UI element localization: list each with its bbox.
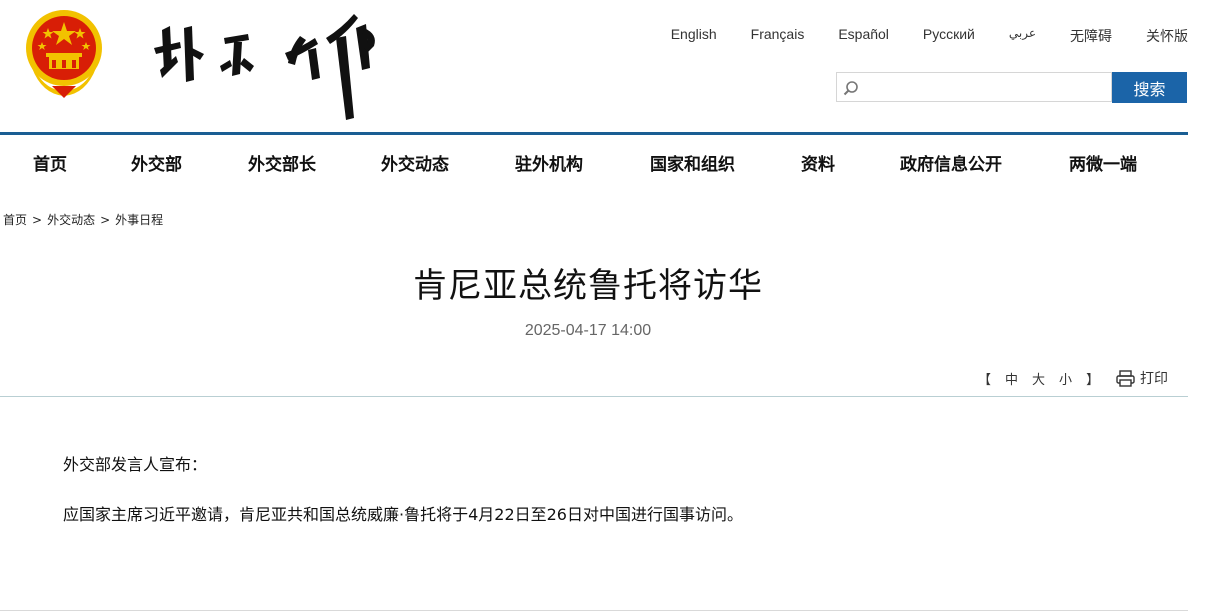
search-button[interactable]: 搜索 [1112, 72, 1187, 103]
nav-item-resources[interactable]: 资料 [801, 150, 835, 175]
breadcrumb-separator: > [100, 213, 111, 227]
font-size-medium[interactable]: 中 [1005, 373, 1018, 388]
nav-item-social-media[interactable]: 两微一端 [1069, 150, 1137, 175]
lang-english-link[interactable]: English [671, 26, 717, 46]
national-emblem-icon[interactable] [22, 8, 106, 98]
breadcrumb-home[interactable]: 首页 [3, 213, 27, 227]
nav-item-home[interactable]: 首页 [33, 150, 67, 175]
font-size-bracket-open: 【 [978, 373, 992, 388]
lang-french-link[interactable]: Français [751, 26, 805, 46]
bottom-divider [0, 610, 1188, 611]
article-paragraph: 外交部发言人宣布： [63, 455, 208, 474]
accessibility-link[interactable]: 无障碍 [1070, 26, 1112, 46]
breadcrumb-diplomatic-news[interactable]: 外交动态 [47, 213, 95, 227]
language-bar: English Français Español Русский عربي 无障… [637, 26, 1188, 46]
lang-arabic-link[interactable]: عربي [1009, 26, 1036, 46]
print-label: 打印 [1140, 371, 1168, 387]
breadcrumb-foreign-affairs-schedule[interactable]: 外事日程 [115, 213, 163, 227]
nav-item-ministry[interactable]: 外交部 [131, 150, 182, 175]
header: English Français Español Русский عربي 无障… [0, 0, 1231, 133]
nav-item-government-info[interactable]: 政府信息公开 [900, 150, 1002, 175]
article-title: 肯尼亚总统鲁托将访华 [413, 266, 763, 306]
lang-spanish-link[interactable]: Español [838, 26, 889, 46]
article-body: 外交部发言人宣布： 应国家主席习近平邀请，肯尼亚共和国总统威廉·鲁托将于4月22… [63, 455, 1163, 555]
font-size-small[interactable]: 小 [1059, 373, 1072, 388]
breadcrumb-separator: > [32, 213, 43, 227]
font-size-bracket-close: 】 [1086, 373, 1100, 388]
nav-item-minister[interactable]: 外交部长 [248, 150, 316, 175]
main-nav: 首页 外交部 外交部长 外交动态 驻外机构 国家和组织 资料 政府信息公开 两微… [0, 135, 1188, 187]
search-icon [843, 81, 858, 96]
nav-item-missions-abroad[interactable]: 驻外机构 [515, 150, 583, 175]
search-input[interactable] [865, 75, 1109, 101]
content-divider [0, 396, 1188, 397]
printer-icon [1116, 369, 1135, 387]
font-size-large[interactable]: 大 [1032, 373, 1045, 388]
article-date: 2025-04-17 14:00 [524, 322, 652, 339]
nav-item-countries-organizations[interactable]: 国家和组织 [650, 150, 735, 175]
lang-russian-link[interactable]: Русский [923, 26, 975, 46]
nav-item-diplomatic-news[interactable]: 外交动态 [381, 150, 449, 175]
search-box [836, 72, 1112, 102]
breadcrumb: 首页 > 外交动态 > 外事日程 [3, 211, 163, 228]
print-button[interactable]: 打印 [1116, 368, 1168, 388]
elderly-care-link[interactable]: 关怀版 [1146, 26, 1188, 46]
article-paragraph: 应国家主席习近平邀请，肯尼亚共和国总统威廉·鲁托将于4月22日至26日对中国进行… [63, 505, 743, 524]
font-size-control: 【中大小】 [978, 369, 1113, 388]
ministry-calligraphy-logo[interactable] [150, 8, 380, 123]
